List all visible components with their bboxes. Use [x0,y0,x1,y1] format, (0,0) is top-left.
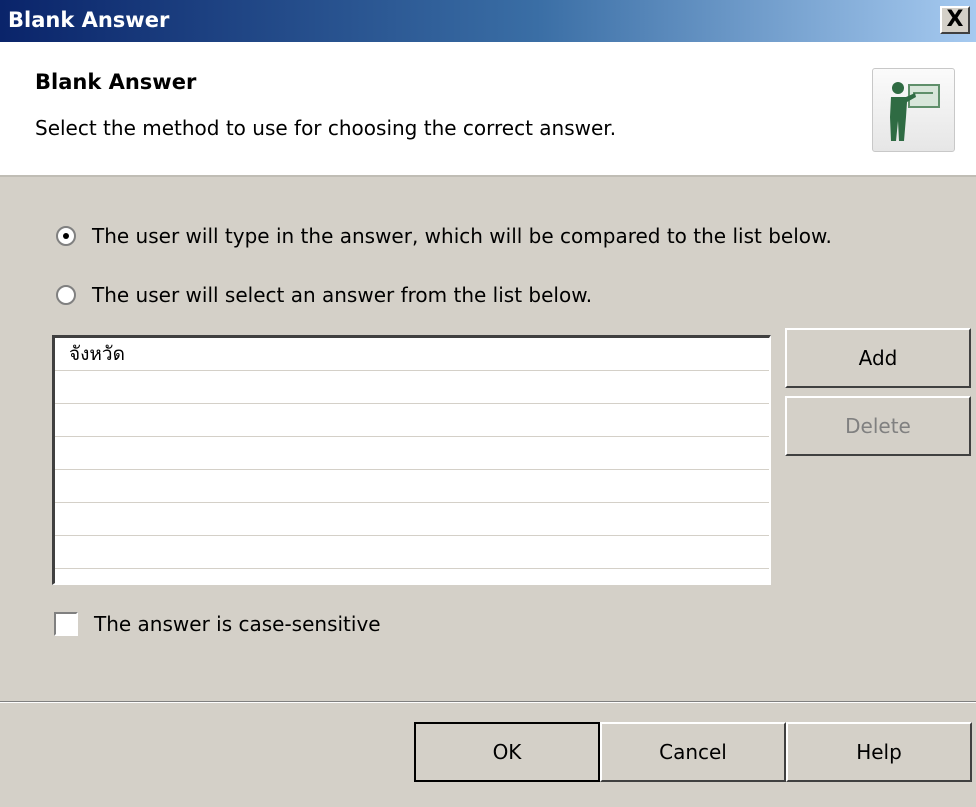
list-item[interactable]: จังหวัด [55,338,769,371]
answer-list[interactable]: จังหวัด [52,335,771,585]
list-item[interactable] [55,371,769,404]
header-description: Select the method to use for choosing th… [35,116,617,140]
list-item[interactable] [55,404,769,437]
case-sensitive-option[interactable]: The answer is case-sensitive [54,612,381,636]
add-button[interactable]: Add [785,328,971,388]
ok-button[interactable]: OK [414,722,600,782]
close-button[interactable]: X [940,6,970,34]
list-item[interactable] [55,470,769,503]
dialog-header: Blank Answer Select the method to use fo… [0,42,976,177]
list-item[interactable] [55,536,769,569]
header-title: Blank Answer [35,70,197,94]
divider [0,701,976,703]
option-select-answer[interactable]: The user will select an answer from the … [56,283,592,307]
title-bar: Blank Answer X [0,0,976,42]
help-button[interactable]: Help [786,722,972,782]
case-sensitive-label: The answer is case-sensitive [94,612,381,636]
delete-button[interactable]: Delete [785,396,971,456]
list-item[interactable] [55,503,769,536]
select-answer-radio[interactable] [56,285,76,305]
cancel-button[interactable]: Cancel [600,722,786,782]
select-answer-label: The user will select an answer from the … [92,283,593,307]
case-sensitive-checkbox[interactable] [54,612,78,636]
window-title: Blank Answer [8,8,170,32]
option-type-answer[interactable]: The user will type in the answer, which … [56,224,832,248]
type-answer-radio[interactable] [56,226,76,246]
type-answer-label: The user will type in the answer, which … [92,224,832,248]
presenter-icon [872,68,955,152]
list-item[interactable] [55,437,769,470]
